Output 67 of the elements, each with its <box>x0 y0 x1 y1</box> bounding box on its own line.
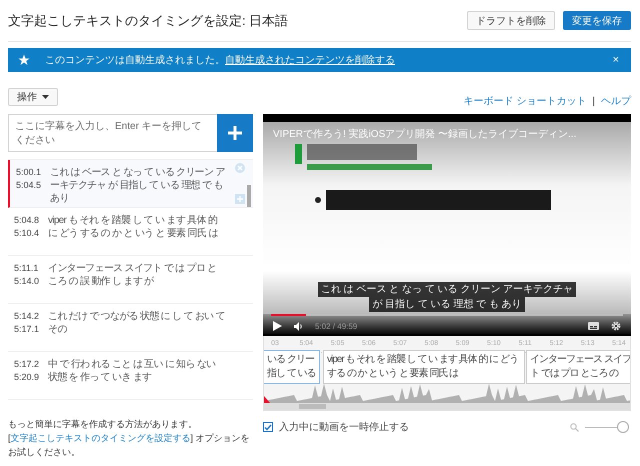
discard-button[interactable]: ドラフトを削除 <box>467 11 555 30</box>
caption-line: これ だけ で つながる 状態 に し て おい て <box>48 310 225 323</box>
checkbox-label: 入力中に動画を一時停止する <box>279 420 409 434</box>
end-time: 5:14.0 <box>14 275 40 288</box>
caption-line: ト では プロ ところ の <box>530 367 618 381</box>
caption-input[interactable]: ここに字幕を入力し、Enter キーを押してください <box>8 114 217 152</box>
caption-row[interactable]: 5:17.2 5:20.9 中 で 行わ れる こと は 互い に 知ら ない 状態 を 作っ て いき ます <box>8 352 253 400</box>
caption-line: viper も それ を 踏襲 し て い ます 具体 的 に どう <box>327 353 518 367</box>
captions-icon[interactable] <box>588 322 599 330</box>
video-title: VIPERで作ろう! 実践iOSアプリ開発 〜録画したライブコーディン... <box>273 128 576 141</box>
caption-line: あり <box>50 192 69 205</box>
caption-row[interactable]: 5:00.1 5:04.5 これ は ベース と なっ て いる クリーン ア ーキテクチャ が 目指し て いる 理想 で も あり <box>8 160 253 208</box>
caption-line: ーキテクチャ が 目指し て いる 理想 で も <box>50 179 223 192</box>
end-time: 5:10.4 <box>14 227 40 240</box>
keyboard-shortcuts-link[interactable]: キーボード ショートカット <box>464 94 586 108</box>
banner-message: このコンテンツは自動生成されました。 <box>45 54 225 67</box>
add-caption-button[interactable] <box>217 114 253 152</box>
caption-row[interactable]: 5:11.1 5:14.0 インターフェース スイフト で は プロ と ころ の 誤 動作 し ます が <box>8 256 253 304</box>
caption-row[interactable]: 5:14.2 5:17.1 これ だけ で つながる 状態 に し て おい て その <box>8 304 253 352</box>
caption-line: ころ の 誤 動作 し ます が <box>48 275 154 288</box>
start-time: 5:14.2 <box>14 310 40 323</box>
caption-line: インターフェース スイフ <box>530 353 630 367</box>
actions-dropdown[interactable]: 操作 <box>8 88 58 106</box>
star-icon <box>18 54 30 66</box>
caption-line: これ は ベース と なっ て いる クリーン ア <box>50 166 225 179</box>
settings-icon[interactable] <box>611 321 621 331</box>
save-button[interactable]: 変更を保存 <box>563 11 631 30</box>
video-time: 5:02 / 49:59 <box>315 322 358 330</box>
caption-line: viper も それ を 踏襲 し て い ます 具体 的 <box>48 214 218 227</box>
close-button[interactable]: × <box>610 54 621 66</box>
timeline-caption[interactable]: インターフェース スイフ ト では プロ ところ の <box>526 350 630 384</box>
end-time: 5:04.5 <box>16 179 42 192</box>
hint-text: もっと簡単に字幕を作成する方法があります。[文字起こしテキストのタイミングを設定する] オプションをお試しください。 <box>8 418 251 459</box>
search-icon <box>570 422 579 432</box>
check-icon <box>264 424 272 430</box>
timeline-caption[interactable]: いる クリー 指し て いる <box>264 350 320 384</box>
volume-icon[interactable] <box>294 322 303 330</box>
scrollbar-thumb[interactable] <box>247 185 251 207</box>
separator: | <box>592 96 595 106</box>
play-icon[interactable] <box>273 321 282 331</box>
timing-link[interactable]: 文字起こしテキストのタイミングを設定する <box>10 433 191 443</box>
caption-line: する の か と いう と 要素 同氏 は <box>327 367 458 381</box>
help-link[interactable]: ヘルプ <box>601 94 631 108</box>
caption-line: に どう する の か と いう と 要素 同氏 は <box>48 227 218 240</box>
caption-line: いる クリー <box>267 353 314 367</box>
caption-row[interactable]: 5:04.8 5:10.4 viper も それ を 踏襲 し て い ます 具体 的 に どう する の か と いう と 要素 同氏 は <box>8 208 253 256</box>
caption-line: 指し て いる <box>267 367 316 381</box>
caption-line: 状態 を 作っ て いき ます <box>48 371 152 384</box>
start-time: 5:00.1 <box>16 166 42 179</box>
caption-line: 中 で 行わ れる こと は 互い に 知ら ない <box>48 358 216 371</box>
insert-icon[interactable] <box>235 194 245 204</box>
timeline-caption[interactable]: viper も それ を 踏襲 し て い ます 具体 的 に どう する の か と いう と 要素 同氏 は <box>323 350 525 384</box>
caption-line: その <box>48 323 67 336</box>
end-time: 5:17.1 <box>14 323 40 336</box>
start-time: 5:17.2 <box>14 358 40 371</box>
start-time: 5:04.8 <box>14 214 40 227</box>
end-time: 5:20.9 <box>14 371 40 384</box>
page-title: 文字起こしテキストのタイミングを設定: 日本語 <box>8 12 288 30</box>
plus-icon <box>228 126 242 140</box>
remove-icon[interactable] <box>235 163 245 173</box>
start-time: 5:11.1 <box>14 262 40 275</box>
caret-icon <box>42 95 49 99</box>
checkbox[interactable] <box>263 422 273 432</box>
slider-thumb[interactable] <box>617 421 629 433</box>
scrollbar-thumb[interactable] <box>299 404 326 409</box>
caption-line: インターフェース スイフト で は プロ と <box>48 262 216 275</box>
delete-content-link[interactable]: 自動生成されたコンテンツを削除する <box>225 53 395 67</box>
